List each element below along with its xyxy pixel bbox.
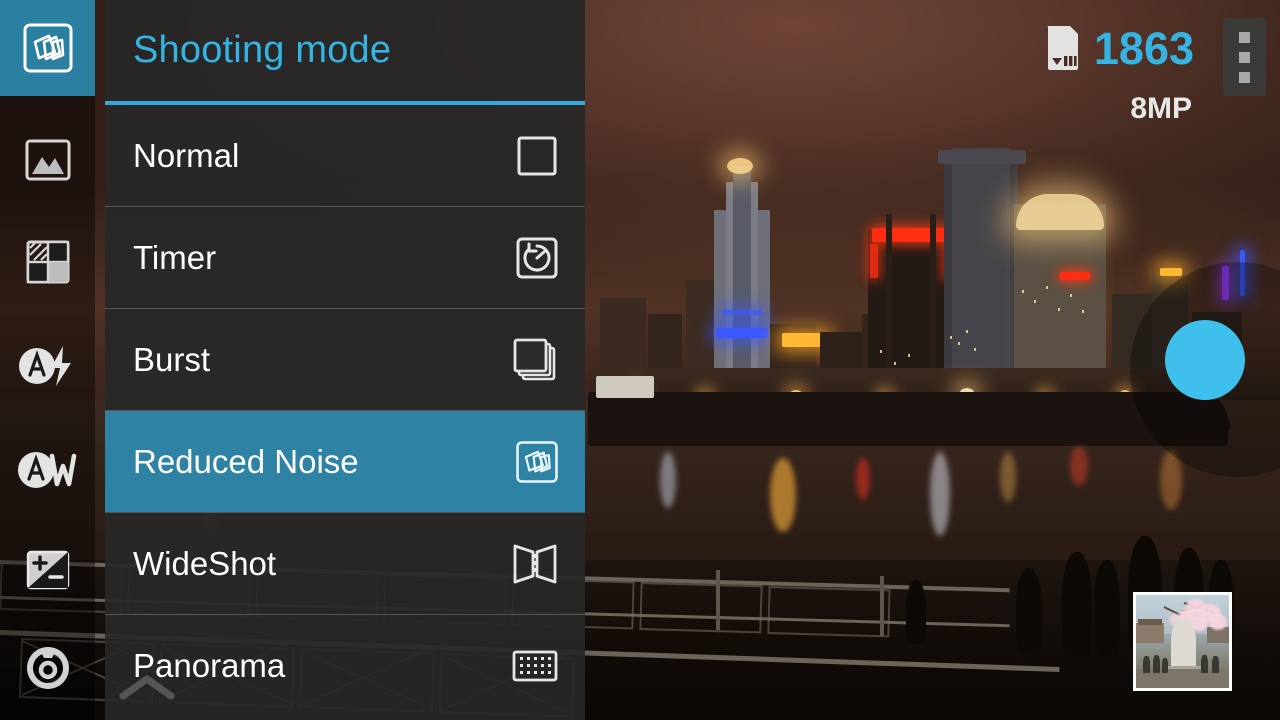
sidebar-item-scene-mode[interactable] (0, 112, 95, 208)
option-label: Normal (133, 137, 240, 174)
option-label: WideShot (133, 545, 277, 582)
option-reduced-noise[interactable]: Reduced Noise (105, 411, 585, 512)
settings-icon (26, 647, 69, 689)
timer-icon (515, 207, 559, 308)
option-label: Burst (133, 341, 211, 378)
overflow-menu-icon[interactable] (1223, 18, 1266, 96)
option-label: Reduced Noise (133, 443, 359, 480)
sidebar-item-white-balance[interactable] (0, 422, 95, 518)
option-label: Timer (133, 239, 217, 276)
panorama-grid-icon (511, 615, 559, 716)
sd-card-icon (1047, 26, 1078, 70)
sidebar-item-effects[interactable] (0, 214, 95, 310)
resolution-label: 8MP (1130, 92, 1192, 125)
option-burst[interactable]: Burst (105, 309, 585, 410)
cards-stack-icon (23, 23, 72, 73)
shooting-mode-panel: Shooting mode Normal Timer Burst Reduced… (105, 0, 585, 720)
shots-remaining: 1863 (1093, 22, 1194, 74)
landscape-icon (25, 139, 70, 181)
storage-status: 1863 (1044, 24, 1194, 72)
panel-title: Shooting mode (133, 29, 392, 71)
thumbnail-image (1136, 595, 1229, 688)
option-normal[interactable]: Normal (105, 105, 585, 206)
cards-stack-icon (515, 411, 559, 512)
option-timer[interactable]: Timer (105, 207, 585, 308)
sidebar-item-exposure[interactable] (0, 522, 95, 618)
option-wideshot[interactable]: WideShot (105, 513, 585, 614)
auto-flash-icon (18, 346, 71, 386)
chevron-up-icon[interactable] (119, 674, 175, 700)
auto-white-balance-icon (17, 452, 76, 488)
sidebar-item-flash[interactable] (0, 318, 95, 414)
wideshot-icon (511, 513, 559, 614)
burst-stack-icon (511, 309, 559, 410)
exposure-compensation-icon (26, 550, 69, 590)
sidebar-item-settings[interactable] (0, 620, 95, 716)
menu-dot (1239, 31, 1250, 43)
camera-settings-rail (0, 0, 95, 720)
menu-dot (1239, 51, 1250, 63)
option-label: Panorama (133, 647, 286, 684)
last-photo-thumbnail[interactable] (1133, 592, 1232, 691)
sidebar-item-shooting-mode[interactable] (0, 0, 95, 96)
single-frame-icon (515, 105, 559, 206)
camera-app-screen: Shooting mode Normal Timer Burst Reduced… (0, 0, 1280, 720)
quadrant-filter-icon (26, 240, 69, 284)
shutter-button[interactable] (1165, 320, 1245, 400)
menu-dot (1239, 71, 1250, 83)
option-panorama[interactable]: Panorama (105, 615, 585, 716)
